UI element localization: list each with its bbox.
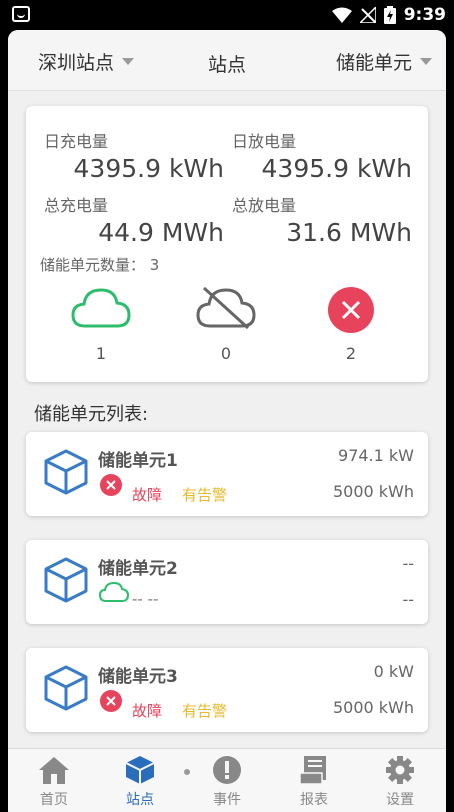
- tab-reports-label: 报表: [300, 792, 328, 808]
- header: 深圳站点 站点 储能单元: [8, 30, 446, 91]
- unit-count-row: 储能单元数量： 3: [40, 254, 159, 275]
- bottom-tab-bar: 首页 站点 事件 报表 设置: [8, 748, 446, 812]
- fault-count: 2: [345, 344, 357, 363]
- offline-count: 0: [220, 344, 232, 363]
- fault-label: 故障: [132, 486, 163, 504]
- tab-home[interactable]: 首页: [14, 755, 94, 809]
- offline-status[interactable]: 0: [186, 286, 266, 363]
- unit-energy: 5000 kWh: [332, 698, 414, 717]
- wifi-icon: [331, 7, 352, 23]
- tab-events-label: 事件: [213, 792, 241, 808]
- cube-icon: [125, 756, 155, 784]
- daily-discharge-value: 4395.9 kWh: [261, 154, 412, 183]
- tab-home-label: 首页: [40, 792, 68, 808]
- unit-count-value: 3: [149, 256, 160, 274]
- summary-card: 日充电量 4395.9 kWh 日放电量 4395.9 kWh 总充电量 44.…: [26, 106, 428, 382]
- error-icon: [100, 690, 122, 712]
- unit-list-title: 储能单元列表:: [34, 404, 149, 425]
- daily-charge-label: 日充电量: [44, 132, 109, 151]
- no-signal-icon: [359, 7, 376, 23]
- gear-icon: [386, 756, 414, 784]
- unit-power: 974.1 kW: [338, 446, 414, 465]
- unit-dropdown[interactable]: 储能单元: [336, 48, 432, 75]
- battery-icon: [383, 6, 396, 24]
- list-item[interactable]: 储能单元2 -- -- -- --: [26, 540, 428, 624]
- tab-site[interactable]: 站点: [100, 755, 180, 809]
- tab-site-label: 站点: [126, 792, 154, 808]
- unit-power: --: [402, 554, 414, 573]
- total-discharge-value: 31.6 MWh: [286, 218, 412, 247]
- unit-name: 储能单元3: [98, 667, 178, 687]
- online-count: 1: [95, 344, 107, 363]
- total-charge-value: 44.9 MWh: [98, 218, 224, 247]
- list-item[interactable]: 储能单元3 0 kW 故障 有告警 5000 kWh: [26, 648, 428, 732]
- tab-reports[interactable]: 报表: [274, 755, 354, 809]
- tab-settings-label: 设置: [386, 792, 414, 808]
- report-icon: [299, 756, 326, 785]
- chevron-down-icon: [420, 58, 432, 65]
- notification-icon: [12, 6, 30, 22]
- alarm-label: 有告警: [182, 702, 228, 720]
- unit-status-placeholder: -- --: [132, 590, 159, 608]
- unit-energy: --: [402, 590, 414, 609]
- daily-discharge-label: 日放电量: [232, 132, 297, 151]
- list-item[interactable]: 储能单元1 974.1 kW 故障 有告警 5000 kWh: [26, 432, 428, 516]
- status-time: 9:39: [403, 5, 446, 25]
- cloud-icon: [71, 288, 131, 328]
- cloud-off-icon: [196, 286, 256, 330]
- error-icon: [328, 287, 374, 333]
- total-charge-label: 总充电量: [44, 196, 109, 215]
- online-status[interactable]: 1: [61, 286, 141, 363]
- daily-discharge-stat: 日放电量 4395.9 kWh: [232, 128, 412, 183]
- unit-energy: 5000 kWh: [332, 482, 414, 501]
- cube-icon: [44, 665, 88, 711]
- cube-icon: [44, 449, 88, 495]
- unit-power: 0 kW: [373, 662, 414, 681]
- total-discharge-stat: 总放电量 31.6 MWh: [232, 192, 412, 247]
- alarm-label: 有告警: [182, 486, 228, 504]
- error-icon: [100, 474, 122, 496]
- unit-name: 储能单元1: [98, 451, 178, 471]
- tab-settings[interactable]: 设置: [360, 755, 440, 809]
- cloud-icon: [98, 581, 130, 602]
- daily-charge-stat: 日充电量 4395.9 kWh: [44, 128, 224, 183]
- tab-events[interactable]: 事件: [187, 755, 267, 809]
- total-discharge-label: 总放电量: [232, 196, 297, 215]
- app-window: 深圳站点 站点 储能单元 日充电量 4395.9 kWh 日放电量 4395.9…: [8, 30, 446, 812]
- unit-count-label: 储能单元数量：: [40, 256, 146, 274]
- cube-icon: [44, 557, 88, 603]
- unit-dropdown-label: 储能单元: [335, 52, 412, 74]
- home-icon: [39, 757, 69, 784]
- unit-name: 储能单元2: [98, 559, 178, 579]
- daily-charge-value: 4395.9 kWh: [73, 154, 224, 183]
- fault-label: 故障: [132, 702, 163, 720]
- total-charge-stat: 总充电量 44.9 MWh: [44, 192, 224, 247]
- status-bar: 9:39: [0, 0, 454, 30]
- fault-status[interactable]: 2: [311, 286, 391, 363]
- alert-icon: [213, 756, 241, 784]
